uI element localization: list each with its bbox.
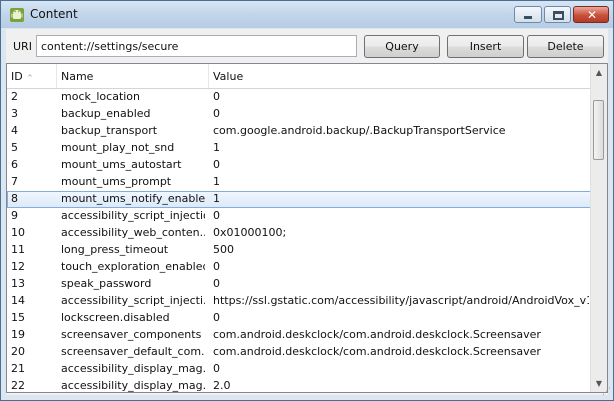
query-button[interactable]: Query xyxy=(364,35,440,58)
cell-id: 6 xyxy=(11,158,18,171)
delete-button[interactable]: Delete xyxy=(527,35,604,58)
cell-value: com.android.deskclock/com.android.deskcl… xyxy=(213,328,541,341)
cell-id: 5 xyxy=(11,141,18,154)
title-bar[interactable]: Content ✕ xyxy=(1,1,613,28)
cell-name: long_press_timeout xyxy=(61,243,169,256)
cell-value: 1 xyxy=(213,192,220,205)
cell-id: 7 xyxy=(11,175,18,188)
table-body: 2 mock_location 0 3 backup_enabled 0 4 backup_t… xyxy=(7,89,591,392)
cell-value: 500 xyxy=(213,243,234,256)
content-window: Content ✕ URI Query Insert Delete ID ^ N… xyxy=(0,0,614,401)
cell-id: 20 xyxy=(11,345,25,358)
cell-value: 0 xyxy=(213,362,220,375)
cell-id: 3 xyxy=(11,107,18,120)
uri-input[interactable] xyxy=(36,35,357,57)
table-row[interactable]: 12 touch_exploration_enabled 0 xyxy=(7,259,591,276)
cell-id: 14 xyxy=(11,294,25,307)
cell-id: 4 xyxy=(11,124,18,137)
table-header: ID ^ Name Value xyxy=(7,64,591,89)
scrollbar-thumb[interactable] xyxy=(593,99,604,160)
table-row[interactable]: 6 mount_ums_autostart 0 xyxy=(7,157,591,174)
table-row[interactable]: 20 screensaver_default_com... com.android.… xyxy=(7,344,591,361)
cell-name: accessibility_display_mag... xyxy=(61,362,205,375)
cell-name: backup_enabled xyxy=(61,107,151,120)
cell-id: 15 xyxy=(11,311,25,324)
cell-name: accessibility_web_conten... xyxy=(61,226,205,239)
cell-name: backup_transport xyxy=(61,124,158,137)
client-area: URI Query Insert Delete ID ^ Name Value … xyxy=(6,29,608,395)
table-row[interactable]: 22 accessibility_display_mag... 2.0 xyxy=(7,378,591,392)
table-row[interactable]: 11 long_press_timeout 500 xyxy=(7,242,591,259)
cell-value: com.google.android.backup/.BackupTranspo… xyxy=(213,124,506,137)
table-row[interactable]: 2 mock_location 0 xyxy=(7,89,591,106)
cell-name: accessibility_script_injection xyxy=(61,209,205,222)
window-title: Content xyxy=(30,7,78,21)
cell-id: 2 xyxy=(11,90,18,103)
cell-name: accessibility_display_mag... xyxy=(61,379,205,392)
table-row[interactable]: 9 accessibility_script_injection 0 xyxy=(7,208,591,225)
close-button[interactable]: ✕ xyxy=(573,6,609,23)
cell-name: speak_password xyxy=(61,277,152,290)
table-row[interactable]: 10 accessibility_web_conten... 0x01000100; xyxy=(7,225,591,242)
table-row[interactable]: 14 accessibility_script_injecti... https:/… xyxy=(7,293,591,310)
sort-ascending-icon: ^ xyxy=(27,74,33,82)
maximize-button[interactable] xyxy=(544,6,571,23)
cell-value: 1 xyxy=(213,141,220,154)
cell-value: 0 xyxy=(213,260,220,273)
cell-id: 8 xyxy=(11,192,18,205)
cell-value: 0 xyxy=(213,90,220,103)
table-row[interactable]: 21 accessibility_display_mag... 0 xyxy=(7,361,591,378)
uri-label: URI xyxy=(13,40,32,53)
cell-id: 9 xyxy=(11,209,18,222)
cell-name: touch_exploration_enabled xyxy=(61,260,205,273)
cell-value: 1 xyxy=(213,175,220,188)
table-row[interactable]: 7 mount_ums_prompt 1 xyxy=(7,174,591,191)
minimize-button[interactable] xyxy=(514,6,542,23)
cell-name: mount_ums_notify_enabled xyxy=(61,192,205,205)
cell-id: 19 xyxy=(11,328,25,341)
scroll-up-icon[interactable]: ▲ xyxy=(591,64,607,81)
maximize-icon xyxy=(553,11,564,20)
cell-id: 22 xyxy=(11,379,25,392)
cell-value: 0 xyxy=(213,158,220,171)
cell-name: accessibility_script_injecti... xyxy=(61,294,205,307)
cell-value: 0 xyxy=(213,209,220,222)
column-header-value[interactable]: Value xyxy=(209,64,591,88)
table-row[interactable]: 3 backup_enabled 0 xyxy=(7,106,591,123)
minimize-icon xyxy=(524,16,532,19)
cell-id: 10 xyxy=(11,226,25,239)
cell-name: mount_ums_autostart xyxy=(61,158,182,171)
insert-button[interactable]: Insert xyxy=(447,35,524,58)
cell-name: mount_play_not_snd xyxy=(61,141,175,154)
cell-value: 2.0 xyxy=(213,379,231,392)
vertical-scrollbar[interactable]: ▲ ▼ xyxy=(590,64,607,392)
table-row[interactable]: 5 mount_play_not_snd 1 xyxy=(7,140,591,157)
table-row[interactable]: 8 mount_ums_notify_enabled 1 xyxy=(7,191,591,208)
cell-value: 0 xyxy=(213,311,220,324)
close-icon: ✕ xyxy=(587,8,598,22)
table-row[interactable]: 19 screensaver_components com.android.desk… xyxy=(7,327,591,344)
cell-name: screensaver_components xyxy=(61,328,202,341)
table-row[interactable]: 15 lockscreen.disabled 0 xyxy=(7,310,591,327)
cell-id: 11 xyxy=(11,243,25,256)
cell-value: 0 xyxy=(213,277,220,290)
cell-name: lockscreen.disabled xyxy=(61,311,170,324)
cell-name: screensaver_default_com... xyxy=(61,345,205,358)
cell-value: https://ssl.gstatic.com/accessibility/ja… xyxy=(213,294,589,307)
cell-value: 0x01000100; xyxy=(213,226,287,239)
column-header-id[interactable]: ID ^ xyxy=(7,64,57,88)
cell-value: 0 xyxy=(213,107,220,120)
cell-name: mount_ums_prompt xyxy=(61,175,172,188)
column-header-name[interactable]: Name xyxy=(57,64,209,88)
cell-id: 21 xyxy=(11,362,25,375)
results-table: ID ^ Name Value 2 mock_location 0 3 backup_e… xyxy=(6,63,608,393)
resize-grip-icon[interactable]: ⋰ xyxy=(599,386,611,398)
android-icon xyxy=(10,8,24,22)
table-row[interactable]: 4 backup_transport com.google.android.back… xyxy=(7,123,591,140)
table-row[interactable]: 13 speak_password 0 xyxy=(7,276,591,293)
cell-id: 12 xyxy=(11,260,25,273)
cell-name: mock_location xyxy=(61,90,141,103)
cell-value: com.android.deskclock/com.android.deskcl… xyxy=(213,345,541,358)
cell-id: 13 xyxy=(11,277,25,290)
